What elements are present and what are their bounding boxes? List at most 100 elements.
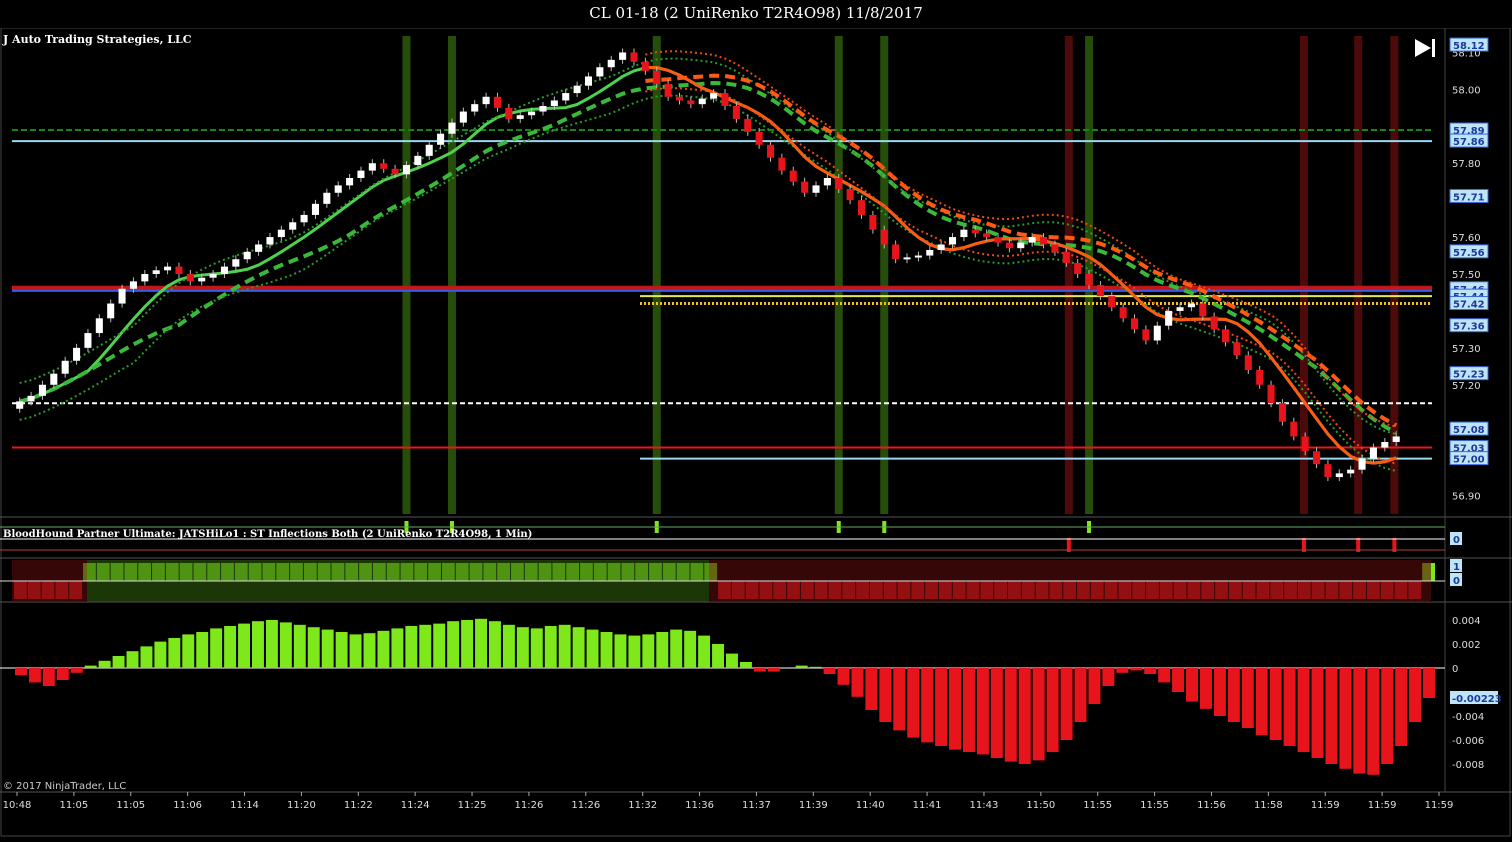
- histogram-bar: [265, 620, 278, 668]
- candle-body: [1392, 436, 1400, 442]
- histogram-bar: [684, 630, 697, 668]
- histogram-bar: [210, 628, 223, 668]
- time-tick-label: 11:40: [856, 800, 885, 811]
- histogram-bar: [949, 668, 961, 750]
- candle-body: [1278, 403, 1286, 422]
- histogram-bar: [642, 634, 655, 668]
- sell-signal-band: [1354, 36, 1363, 514]
- histogram-bar: [28, 668, 41, 683]
- histogram-bar: [614, 634, 627, 668]
- candle-body: [562, 93, 570, 101]
- histogram-bar: [865, 668, 878, 710]
- candle-body: [459, 111, 467, 123]
- price-marker-label: 57.42: [1453, 300, 1485, 311]
- candle-body: [869, 214, 877, 230]
- histogram-bar: [837, 668, 850, 685]
- price-marker-label: 58.12: [1453, 41, 1485, 52]
- price-tick-label: 57.50: [1452, 270, 1481, 281]
- histogram-bar: [976, 668, 989, 755]
- histogram-bar: [739, 662, 752, 668]
- candle-body: [539, 106, 547, 112]
- histogram-bar: [1032, 668, 1045, 761]
- candle-body: [232, 259, 240, 267]
- skip-to-end-icon[interactable]: [1415, 39, 1435, 57]
- histogram-bar: [475, 618, 487, 668]
- candle-body: [528, 111, 536, 116]
- candle-body: [505, 107, 513, 119]
- candle-body: [880, 229, 888, 245]
- histogram-bar: [572, 627, 585, 668]
- candle-body: [311, 203, 319, 215]
- candle-body: [243, 251, 251, 260]
- company-label: J Auto Trading Strategies, LLC: [2, 33, 192, 46]
- candle-body: [164, 266, 172, 271]
- histogram-bar: [1269, 668, 1282, 740]
- time-tick-label: 11:58: [1254, 800, 1283, 811]
- histogram-bar: [1227, 668, 1240, 722]
- histogram-bar: [224, 626, 237, 668]
- candle-body: [653, 70, 661, 84]
- histogram-bar: [349, 634, 362, 668]
- price-marker-label: 57.00: [1453, 455, 1485, 466]
- histogram-bars: [0, 618, 1445, 775]
- histogram-tick-label: 0: [1452, 664, 1458, 675]
- time-tick-label: 11:59: [1425, 800, 1454, 811]
- candle-body: [107, 303, 115, 319]
- histogram-last-label: -0.00223: [1452, 694, 1502, 705]
- chart-frame[interactable]: 56.90 57.20 57.30 57.50 57.60 57.80 58.00 58.10…: [0, 27, 1512, 838]
- buy-signal-band: [834, 36, 843, 514]
- indicator-tag-label: 1: [1453, 562, 1460, 573]
- candle-body: [368, 163, 376, 171]
- candle-body: [1301, 436, 1309, 452]
- candle-body: [425, 144, 433, 156]
- candle-body: [16, 401, 24, 409]
- candle-body: [1358, 458, 1366, 470]
- candle-body: [857, 200, 866, 215]
- histogram-bar: [628, 635, 641, 668]
- candle-body: [721, 93, 729, 106]
- price-tick-label: 56.90: [1452, 492, 1481, 503]
- candle-body: [732, 106, 740, 119]
- sell-signal-band: [1390, 36, 1399, 514]
- histogram-bar: [461, 620, 474, 668]
- price-marker-label: 57.23: [1453, 370, 1485, 381]
- time-tick-label: 11:55: [1140, 800, 1169, 811]
- candle-body: [1324, 464, 1332, 478]
- histogram-bar: [530, 628, 543, 668]
- histogram-bar: [56, 668, 69, 680]
- indicator-tag-label: 0: [1453, 576, 1460, 587]
- time-tick-label: 11:59: [1311, 800, 1340, 811]
- histogram-bar: [893, 668, 906, 731]
- histogram-bar: [70, 668, 83, 673]
- histogram-bar: [753, 668, 766, 672]
- candle-body: [448, 122, 456, 134]
- histogram-bar: [823, 668, 836, 674]
- histogram-bar: [1004, 668, 1017, 762]
- chart-canvas[interactable]: 56.9057.2057.3057.5057.6057.8058.0058.10…: [0, 27, 1512, 838]
- candle-body: [744, 118, 752, 132]
- candle-body: [1005, 242, 1013, 249]
- histogram-bar: [140, 646, 153, 668]
- histogram-tick-label: -0.008: [1452, 760, 1484, 771]
- histogram-bar: [879, 668, 892, 722]
- candle-body: [1187, 303, 1195, 308]
- candle-body: [414, 155, 422, 166]
- candle-body: [630, 52, 638, 62]
- time-tick-label: 11:43: [970, 800, 999, 811]
- price-tick-label: 57.30: [1452, 344, 1481, 355]
- histogram-bar: [1172, 668, 1185, 692]
- time-tick-label: 11:41: [913, 800, 942, 811]
- moving-average-line: [19, 80, 1398, 435]
- histogram-bar: [851, 668, 864, 697]
- histogram-bar: [1353, 668, 1366, 774]
- candle-body: [1369, 447, 1377, 459]
- histogram-bar: [712, 644, 724, 668]
- candle-body: [1222, 329, 1230, 343]
- candle-body: [846, 189, 854, 201]
- sell-signal-band: [1064, 36, 1073, 514]
- moving-average-line: [19, 57, 1397, 436]
- candle-body: [220, 266, 228, 274]
- candle-body: [1381, 442, 1389, 448]
- candle-body: [778, 157, 786, 171]
- histogram-bar: [656, 632, 669, 668]
